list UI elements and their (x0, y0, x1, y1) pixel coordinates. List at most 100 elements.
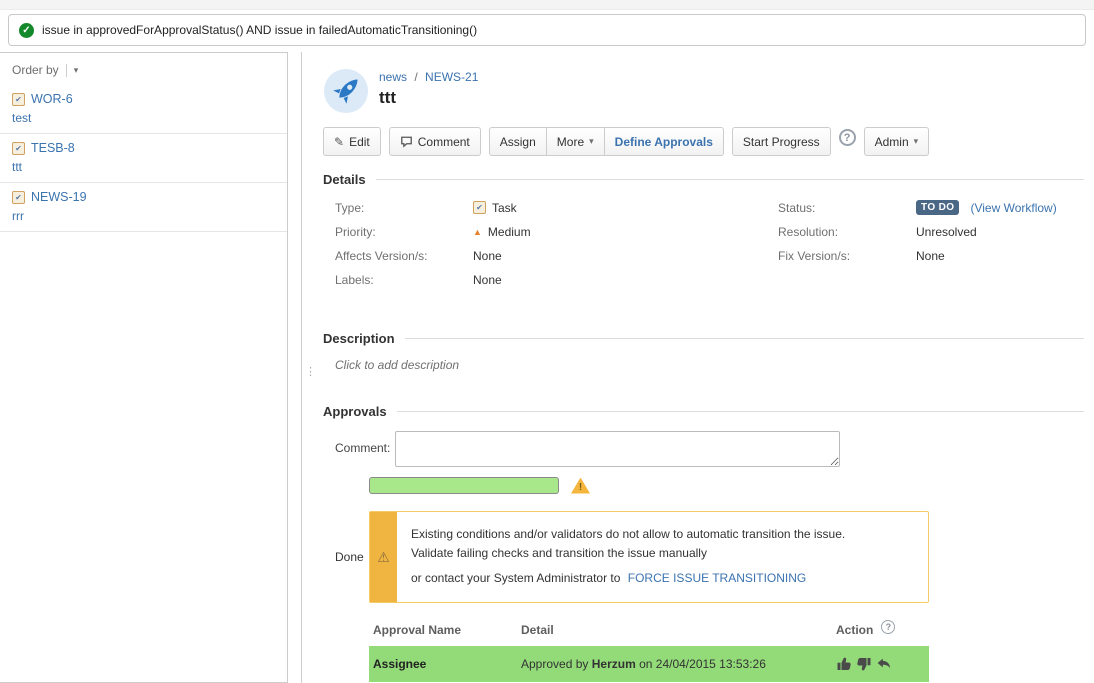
priority-value: Medium (488, 225, 531, 239)
done-transition-label: Done (335, 550, 369, 564)
warning-line-1: Existing conditions and/or validators do… (411, 525, 845, 544)
section-rule (397, 411, 1084, 412)
force-issue-transitioning-link[interactable]: FORCE ISSUE TRANSITIONING (628, 571, 806, 585)
order-by-label: Order by (12, 63, 59, 77)
breadcrumb: news / NEWS-21 (379, 68, 478, 84)
labels-label: Labels: (335, 273, 473, 287)
order-by-dropdown[interactable]: Order by ▾ (12, 63, 78, 77)
issue-summary-link[interactable]: rrr (12, 209, 275, 223)
chevron-down-icon: ▾ (74, 66, 79, 75)
affects-version-label: Affects Version/s: (335, 249, 473, 263)
approvals-heading: Approvals (323, 404, 387, 419)
details-section: Details Type: ✔ Task Priority: (323, 172, 1084, 295)
content-area: Order by ▾ ✔ WOR-6 test ✔ TESB-8 ttt ✔ N… (0, 52, 1094, 683)
approvals-table: Approval Name Detail Action ? Assignee A… (369, 618, 929, 682)
fix-version-value: None (916, 249, 945, 263)
pencil-icon: ✎ (334, 135, 344, 149)
thumbs-down-icon[interactable] (856, 656, 872, 672)
labels-value: None (473, 273, 502, 287)
breadcrumb-issue-link[interactable]: NEWS-21 (425, 70, 478, 84)
issue-key-link[interactable]: WOR-6 (31, 92, 73, 106)
detail-user: Herzum (592, 657, 636, 671)
resolution-label: Resolution: (778, 225, 916, 239)
issue-detail-panel: ⋮ news / NEWS-21 ttt (301, 52, 1094, 683)
sidebar-item-news-19[interactable]: ✔ NEWS-19 rrr (0, 183, 287, 232)
approvals-section: Approvals Comment: ! Done ⚠ (323, 404, 1084, 682)
comment-button-label: Comment (418, 135, 470, 149)
detail-prefix: Approved by (521, 657, 588, 671)
assign-button-label: Assign (500, 135, 536, 149)
action-help-icon[interactable]: ? (881, 620, 895, 634)
approval-comment-label: Comment: (335, 431, 395, 455)
help-icon[interactable]: ? (839, 129, 856, 146)
transition-warning-box: ⚠ Existing conditions and/or validators … (369, 511, 929, 603)
breadcrumb-project-link[interactable]: news (379, 70, 407, 84)
warning-triangle-icon[interactable]: ! (571, 478, 590, 494)
resolution-value: Unresolved (916, 225, 977, 239)
define-approvals-label: Define Approvals (615, 135, 713, 149)
edit-button[interactable]: ✎ Edit (323, 127, 381, 156)
approval-detail-cell: Approved by Herzum on 24/04/2015 13:53:2… (521, 657, 836, 671)
section-rule (405, 338, 1084, 339)
type-label: Type: (335, 201, 473, 215)
detail-suffix: on 24/04/2015 13:53:26 (639, 657, 766, 671)
details-heading: Details (323, 172, 366, 187)
jql-query-text[interactable]: issue in approvedForApprovalStatus() AND… (42, 23, 477, 37)
issue-list-sidebar: Order by ▾ ✔ WOR-6 test ✔ TESB-8 ttt ✔ N… (0, 52, 288, 683)
affects-version-value: None (473, 249, 502, 263)
status-label: Status: (778, 201, 916, 215)
admin-dropdown-button[interactable]: Admin ▾ (864, 127, 930, 156)
jql-search-bar[interactable]: ✓ issue in approvedForApprovalStatus() A… (8, 14, 1086, 46)
view-workflow-link[interactable]: (View Workflow) (970, 201, 1056, 215)
col-approval-name: Approval Name (369, 623, 521, 637)
description-heading: Description (323, 331, 395, 346)
speech-bubble-icon (400, 135, 413, 148)
chevron-down-icon: ▾ (589, 137, 594, 146)
exclamation-glyph: ! (579, 481, 582, 494)
approval-name-cell: Assignee (369, 657, 521, 671)
order-by-divider (66, 64, 67, 77)
more-dropdown-button[interactable]: More ▾ (546, 127, 604, 156)
col-detail: Detail (521, 623, 836, 637)
issue-key-link[interactable]: TESB-8 (31, 141, 75, 155)
page-title: ttt (379, 88, 478, 108)
sidebar-item-tesb-8[interactable]: ✔ TESB-8 ttt (0, 134, 287, 183)
task-type-icon: ✔ (12, 142, 25, 155)
fix-version-label: Fix Version/s: (778, 249, 916, 263)
priority-label: Priority: (335, 225, 473, 239)
panel-resize-handle[interactable]: ⋮ (305, 370, 316, 374)
assign-button[interactable]: Assign (489, 127, 546, 156)
define-approvals-button[interactable]: Define Approvals (604, 127, 724, 156)
approval-progress-bar[interactable] (369, 477, 559, 494)
section-rule (376, 179, 1084, 180)
more-button-label: More (557, 135, 584, 149)
issue-toolbar: ✎ Edit Comment Assign More ▾ Define Appr… (323, 127, 1084, 156)
priority-medium-icon: ▲ (473, 227, 482, 237)
issue-key-link[interactable]: NEWS-19 (31, 190, 87, 204)
valid-query-check-icon: ✓ (19, 23, 34, 38)
description-section: Description Click to add description (323, 331, 1084, 372)
issue-summary-link[interactable]: test (12, 111, 275, 125)
col-action: Action (836, 623, 873, 637)
warning-stripe: ⚠ (370, 512, 397, 602)
task-type-icon: ✔ (12, 93, 25, 106)
warning-line-2: Validate failing checks and transition t… (411, 544, 845, 563)
thumbs-up-icon[interactable] (836, 656, 852, 672)
warning-line-3: or contact your System Administrator to (411, 571, 620, 585)
task-type-icon: ✔ (473, 201, 486, 214)
edit-button-label: Edit (349, 135, 370, 149)
add-description-area[interactable]: Click to add description (335, 358, 1084, 372)
project-avatar-rocket-icon (323, 68, 369, 114)
issue-summary-link[interactable]: ttt (12, 160, 275, 174)
breadcrumb-separator: / (414, 70, 417, 84)
start-progress-button[interactable]: Start Progress (732, 127, 831, 156)
sidebar-item-wor-6[interactable]: ✔ WOR-6 test (0, 85, 287, 134)
browser-top-strip (0, 0, 1094, 10)
undo-arrow-icon[interactable] (876, 656, 892, 672)
table-row: Assignee Approved by Herzum on 24/04/201… (369, 646, 929, 682)
status-badge: TO DO (916, 200, 959, 215)
comment-button[interactable]: Comment (389, 127, 481, 156)
task-type-icon: ✔ (12, 191, 25, 204)
type-value: Task (492, 201, 517, 215)
approval-comment-textarea[interactable] (395, 431, 840, 467)
